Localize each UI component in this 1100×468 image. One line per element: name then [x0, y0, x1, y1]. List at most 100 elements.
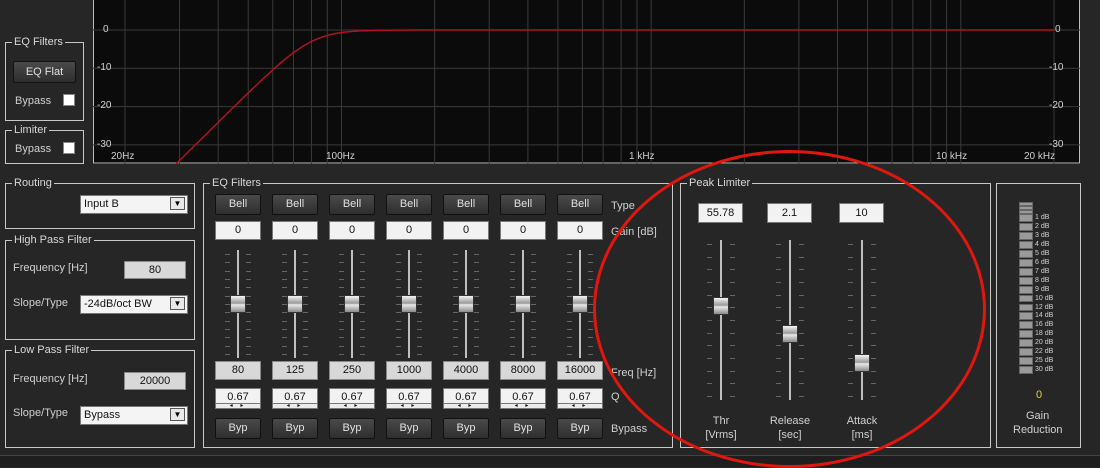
band-4-q-stepper[interactable]: ◂ ▸ — [386, 403, 432, 409]
fader-tick — [396, 320, 401, 322]
band-2-freq-field[interactable]: 125 — [272, 361, 318, 380]
fader-knob[interactable] — [572, 295, 588, 313]
eq-bypass-checkbox[interactable] — [63, 94, 75, 106]
limiter-control-2-fader[interactable] — [775, 240, 805, 400]
band-7-gain-field[interactable]: 0 — [557, 221, 603, 240]
limiter-control-1-value-field[interactable]: 55.78 — [698, 203, 743, 223]
band-7-type-button[interactable]: Bell — [557, 194, 603, 215]
hp-slope-select[interactable]: -24dB/oct BW ▼ — [80, 295, 188, 314]
fader-knob[interactable] — [287, 295, 303, 313]
band-6-gain-fader[interactable] — [509, 250, 537, 358]
band-3-gain-fader[interactable] — [338, 250, 366, 358]
limiter-control-3-fader[interactable] — [847, 240, 877, 400]
band-5-gain-field[interactable]: 0 — [443, 221, 489, 240]
chevron-down-icon[interactable]: ▼ — [170, 297, 185, 310]
eq-flat-button[interactable]: EQ Flat — [13, 61, 76, 83]
gain-reduction-cell — [1019, 214, 1033, 222]
band-2-q-field[interactable]: 0.67 — [272, 388, 318, 404]
fader-knob[interactable] — [230, 295, 246, 313]
fader-tick — [871, 383, 876, 385]
gain-reduction-cell — [1019, 357, 1033, 366]
fader-knob[interactable] — [515, 295, 531, 313]
band-1-type-button[interactable]: Bell — [215, 194, 261, 215]
band-4-q-field[interactable]: 0.67 — [386, 388, 432, 404]
fader-tick — [246, 287, 251, 289]
band-1-gain-fader[interactable] — [224, 250, 252, 358]
gain-reduction-scale-label: 1 dB — [1035, 214, 1050, 221]
band-7-freq-field[interactable]: 16000 — [557, 361, 603, 380]
band-4-type-button[interactable]: Bell — [386, 194, 432, 215]
band-2-gain-field[interactable]: 0 — [272, 221, 318, 240]
band-2-gain-fader[interactable] — [281, 250, 309, 358]
band-6-q-stepper[interactable]: ◂ ▸ — [500, 403, 546, 409]
limiter-control-1-fader[interactable] — [706, 240, 736, 400]
fader-tick — [225, 345, 230, 347]
band-3-q-field[interactable]: 0.67 — [329, 388, 375, 404]
fader-tick — [730, 294, 735, 296]
fader-tick — [417, 287, 422, 289]
chevron-down-icon[interactable]: ▼ — [170, 197, 185, 210]
fader-knob[interactable] — [344, 295, 360, 313]
band-3-q-stepper[interactable]: ◂ ▸ — [329, 403, 375, 409]
band-6-q-field[interactable]: 0.67 — [500, 388, 546, 404]
fader-knob[interactable] — [401, 295, 417, 313]
fader-tick — [360, 345, 365, 347]
band-2-type-button[interactable]: Bell — [272, 194, 318, 215]
band-4-freq-field[interactable]: 1000 — [386, 361, 432, 380]
fader-tick — [225, 320, 230, 322]
band-4-gain-fader[interactable] — [395, 250, 423, 358]
band-5-gain-fader[interactable] — [452, 250, 480, 358]
band-1-gain-field[interactable]: 0 — [215, 221, 261, 240]
band-2-bypass-button[interactable]: Byp — [272, 418, 318, 439]
limiter-bypass-checkbox[interactable] — [63, 142, 75, 154]
fader-tick — [510, 337, 515, 339]
fader-tick — [246, 345, 251, 347]
band-5-freq-field[interactable]: 4000 — [443, 361, 489, 380]
fader-tick — [246, 329, 251, 330]
fader-tick — [396, 279, 401, 280]
band-4-gain-field[interactable]: 0 — [386, 221, 432, 240]
chevron-down-icon[interactable]: ▼ — [170, 408, 185, 421]
band-5-q-stepper[interactable]: ◂ ▸ — [443, 403, 489, 409]
band-5-type-button[interactable]: Bell — [443, 194, 489, 215]
limiter-control-1-unit: [Vrms] — [705, 429, 737, 441]
fader-tick — [246, 312, 251, 314]
lp-slope-select[interactable]: Bypass ▼ — [80, 406, 188, 425]
fader-knob[interactable] — [458, 295, 474, 313]
band-7-gain-fader[interactable] — [566, 250, 594, 358]
band-3-bypass-button[interactable]: Byp — [329, 418, 375, 439]
fader-tick — [246, 279, 251, 280]
band-6-freq-field[interactable]: 8000 — [500, 361, 546, 380]
fader-tick — [799, 345, 804, 347]
fader-knob[interactable] — [713, 296, 729, 315]
gain-reduction-cell — [1019, 312, 1033, 321]
band-6-type-button[interactable]: Bell — [500, 194, 546, 215]
lp-frequency-field[interactable]: 20000 — [124, 372, 186, 390]
band-7-bypass-button[interactable]: Byp — [557, 418, 603, 439]
band-1-q-field[interactable]: 0.67 — [215, 388, 261, 404]
fader-tick — [776, 345, 781, 347]
band-2-q-stepper[interactable]: ◂ ▸ — [272, 403, 318, 409]
fader-tick — [303, 254, 308, 255]
band-7-q-field[interactable]: 0.67 — [557, 388, 603, 404]
band-6-bypass-button[interactable]: Byp — [500, 418, 546, 439]
fader-tick — [799, 383, 804, 385]
fader-tick — [531, 354, 536, 355]
limiter-control-2-value-field[interactable]: 2.1 — [767, 203, 812, 223]
limiter-control-3-value-field[interactable]: 10 — [839, 203, 884, 223]
band-6-gain-field[interactable]: 0 — [500, 221, 546, 240]
fader-knob[interactable] — [782, 325, 798, 344]
band-3-freq-field[interactable]: 250 — [329, 361, 375, 380]
band-5-bypass-button[interactable]: Byp — [443, 418, 489, 439]
band-7-q-stepper[interactable]: ◂ ▸ — [557, 403, 603, 409]
band-1-q-stepper[interactable]: ◂ ▸ — [215, 403, 261, 409]
band-4-bypass-button[interactable]: Byp — [386, 418, 432, 439]
fader-knob[interactable] — [854, 353, 870, 372]
band-1-bypass-button[interactable]: Byp — [215, 418, 261, 439]
routing-select[interactable]: Input B ▼ — [80, 195, 188, 214]
band-3-gain-field[interactable]: 0 — [329, 221, 375, 240]
band-5-q-field[interactable]: 0.67 — [443, 388, 489, 404]
hp-frequency-field[interactable]: 80 — [124, 261, 186, 279]
band-3-type-button[interactable]: Bell — [329, 194, 375, 215]
band-1-freq-field[interactable]: 80 — [215, 361, 261, 380]
